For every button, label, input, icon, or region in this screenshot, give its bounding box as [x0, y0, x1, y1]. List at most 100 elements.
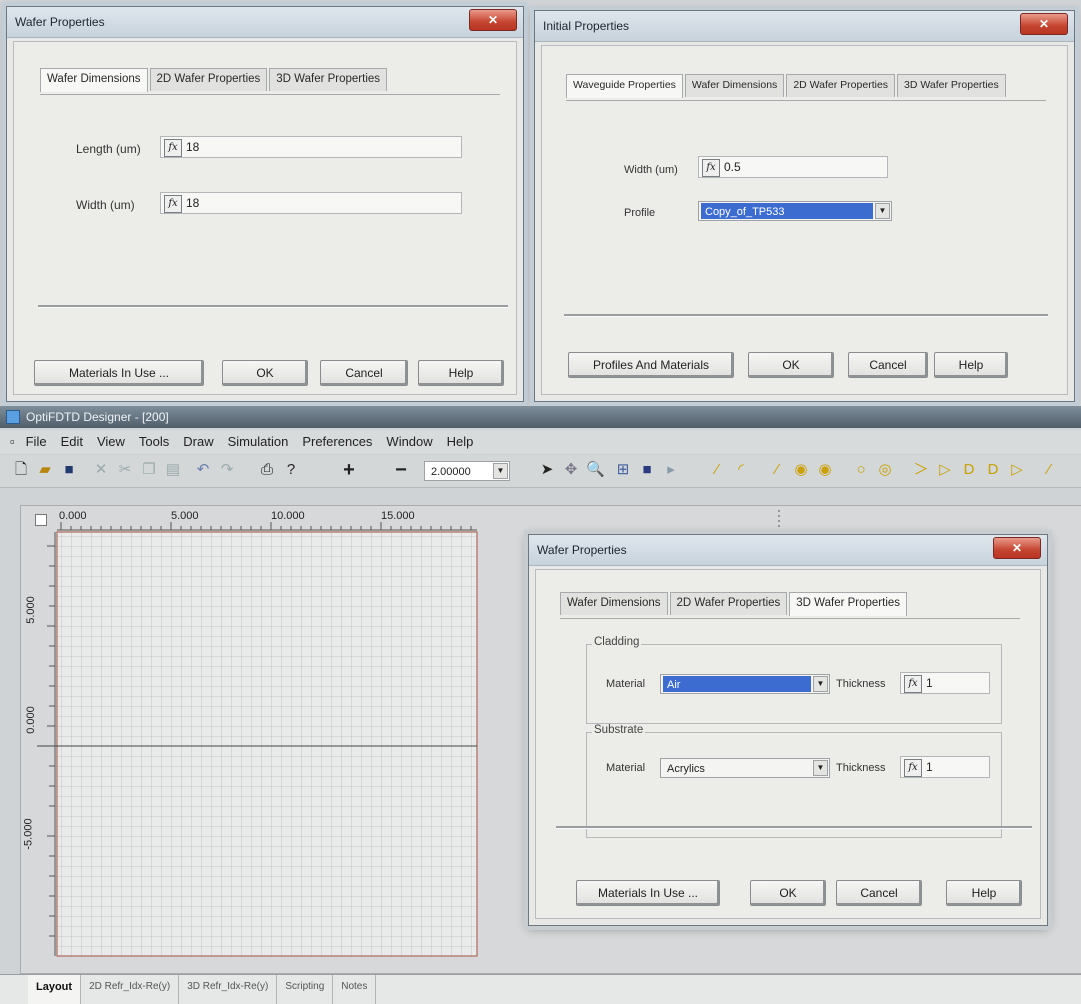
paste-icon[interactable]: ▤: [164, 461, 182, 479]
help-button[interactable]: Help: [934, 352, 1008, 378]
function-icon[interactable]: fx: [164, 139, 182, 157]
chevron-down-icon[interactable]: ▼: [493, 463, 508, 479]
tab-3d-wafer-properties[interactable]: 3D Wafer Properties: [269, 68, 388, 91]
tab-wafer-dimensions[interactable]: Wafer Dimensions: [684, 74, 785, 97]
print-icon[interactable]: ⎙: [258, 461, 276, 479]
function-icon[interactable]: fx: [904, 675, 922, 693]
cancel-button[interactable]: Cancel: [848, 352, 928, 378]
tab-wafer-dimensions[interactable]: Wafer Dimensions: [40, 68, 148, 92]
close-button[interactable]: ✕: [469, 9, 517, 31]
menu-edit[interactable]: Edit: [54, 430, 90, 454]
width-field[interactable]: fx 18: [160, 192, 462, 214]
function-icon[interactable]: fx: [164, 195, 182, 213]
taper-icon[interactable]: ＞: [912, 461, 930, 479]
redo-icon[interactable]: ↷: [218, 461, 236, 479]
zoom-in-icon[interactable]: +: [340, 460, 358, 480]
new-file-icon[interactable]: 🗋: [12, 461, 30, 479]
cladding-material-label: Material: [606, 678, 646, 690]
ok-button[interactable]: OK: [750, 880, 826, 906]
input-plane-icon[interactable]: ▸: [662, 461, 680, 479]
tab-3d-refr-idx[interactable]: 3D Refr_Idx-Re(y): [179, 975, 278, 1004]
ellipse-waveguide-icon[interactable]: ◉: [792, 461, 810, 479]
s-bend-icon[interactable]: ⁄: [768, 461, 786, 479]
materials-in-use-button[interactable]: Materials In Use ...: [34, 360, 204, 386]
pointer-icon[interactable]: ➤: [538, 461, 556, 479]
menu-file[interactable]: File: [19, 430, 54, 454]
chevron-down-icon[interactable]: ▼: [875, 203, 890, 219]
open-folder-icon[interactable]: ▰: [36, 461, 54, 479]
cancel-button[interactable]: Cancel: [836, 880, 922, 906]
menu-window[interactable]: Window: [379, 430, 439, 454]
width-field[interactable]: fx 0.5: [698, 156, 888, 178]
tab-2d-wafer-properties[interactable]: 2D Wafer Properties: [669, 592, 788, 615]
save-icon[interactable]: ■: [60, 461, 78, 479]
substrate-material-dropdown[interactable]: Acrylics ▼: [660, 758, 830, 778]
pan-icon[interactable]: ✥: [562, 461, 580, 479]
ring-icon[interactable]: ◎: [876, 461, 894, 479]
zoom-dropdown[interactable]: 2.00000 ▼: [424, 461, 510, 481]
taper-filled-icon[interactable]: ▷: [936, 461, 954, 479]
tab-notes[interactable]: Notes: [333, 975, 377, 1004]
tab-scripting[interactable]: Scripting: [277, 975, 334, 1004]
tab-3d-wafer-properties[interactable]: 3D Wafer Properties: [897, 74, 1006, 97]
profiles-and-materials-button[interactable]: Profiles And Materials: [568, 352, 734, 378]
help-icon[interactable]: ?: [282, 461, 300, 479]
width-value: 18: [186, 196, 200, 210]
cladding-material-dropdown[interactable]: Air ▼: [660, 674, 830, 694]
scissors-icon[interactable]: ✂: [116, 461, 134, 479]
arc-waveguide-icon[interactable]: ◜: [732, 461, 750, 479]
substrate-group: [586, 732, 1002, 838]
menu-tools[interactable]: Tools: [132, 430, 176, 454]
magnify-icon[interactable]: 🔍: [586, 461, 605, 479]
tab-2d-wafer-properties[interactable]: 2D Wafer Properties: [149, 68, 268, 91]
help-button[interactable]: Help: [946, 880, 1022, 906]
app-titlebar: OptiFDTD Designer - [200]: [0, 406, 1081, 428]
cancel-button[interactable]: Cancel: [320, 360, 408, 386]
cladding-label: Cladding: [592, 636, 642, 648]
chevron-down-icon[interactable]: ▼: [813, 760, 828, 776]
menu-view[interactable]: View: [90, 430, 132, 454]
materials-in-use-button[interactable]: Materials In Use ...: [576, 880, 720, 906]
menu-help[interactable]: Help: [440, 430, 481, 454]
menu-doc-icon[interactable]: ▫: [0, 430, 19, 454]
camera-icon[interactable]: ■: [638, 461, 656, 479]
width-label: Width (um): [624, 164, 678, 176]
menu-preferences[interactable]: Preferences: [295, 430, 379, 454]
circle-icon[interactable]: ○: [852, 461, 870, 479]
lens-alt-icon[interactable]: D: [984, 461, 1002, 479]
help-button[interactable]: Help: [418, 360, 504, 386]
ok-button[interactable]: OK: [748, 352, 834, 378]
cladding-thickness-label: Thickness: [836, 678, 886, 690]
cut-icon[interactable]: ✕: [92, 461, 110, 479]
ruler-corner-checkbox[interactable]: [35, 514, 47, 526]
ok-button[interactable]: OK: [222, 360, 308, 386]
copy-icon[interactable]: ❐: [140, 461, 158, 479]
function-icon[interactable]: fx: [702, 159, 720, 177]
close-button[interactable]: ✕: [993, 537, 1041, 559]
more-tools-icon[interactable]: ⁄: [1040, 461, 1058, 479]
arrow-icon[interactable]: ▷: [1008, 461, 1026, 479]
undo-icon[interactable]: ↶: [194, 461, 212, 479]
lens-icon[interactable]: D: [960, 461, 978, 479]
menu-simulation[interactable]: Simulation: [221, 430, 296, 454]
ring-waveguide-icon[interactable]: ◉: [816, 461, 834, 479]
tab-waveguide-properties[interactable]: Waveguide Properties: [566, 74, 683, 98]
tab-layout[interactable]: Layout: [28, 975, 82, 1004]
profile-dropdown[interactable]: Copy_of_TP533 ▼: [698, 201, 892, 221]
substrate-thickness-field[interactable]: fx 1: [900, 756, 990, 778]
dialog-title: Wafer Properties: [7, 7, 523, 38]
length-field[interactable]: fx 18: [160, 136, 462, 158]
menu-draw[interactable]: Draw: [176, 430, 220, 454]
tab-3d-wafer-properties[interactable]: 3D Wafer Properties: [789, 592, 908, 616]
zoom-out-icon[interactable]: −: [392, 460, 410, 480]
grid-icon[interactable]: ⊞: [614, 461, 632, 479]
linear-waveguide-icon[interactable]: ⁄: [708, 461, 726, 479]
cladding-thickness-field[interactable]: fx 1: [900, 672, 990, 694]
tab-2d-refr-idx[interactable]: 2D Refr_Idx-Re(y): [81, 975, 180, 1004]
tab-2d-wafer-properties[interactable]: 2D Wafer Properties: [786, 74, 896, 97]
tab-wafer-dimensions[interactable]: Wafer Dimensions: [560, 592, 668, 615]
chevron-down-icon[interactable]: ▼: [813, 676, 828, 692]
close-button[interactable]: ✕: [1020, 13, 1068, 35]
function-icon[interactable]: fx: [904, 759, 922, 777]
dialog-body: Waveguide Properties Wafer Dimensions 2D…: [541, 45, 1068, 395]
